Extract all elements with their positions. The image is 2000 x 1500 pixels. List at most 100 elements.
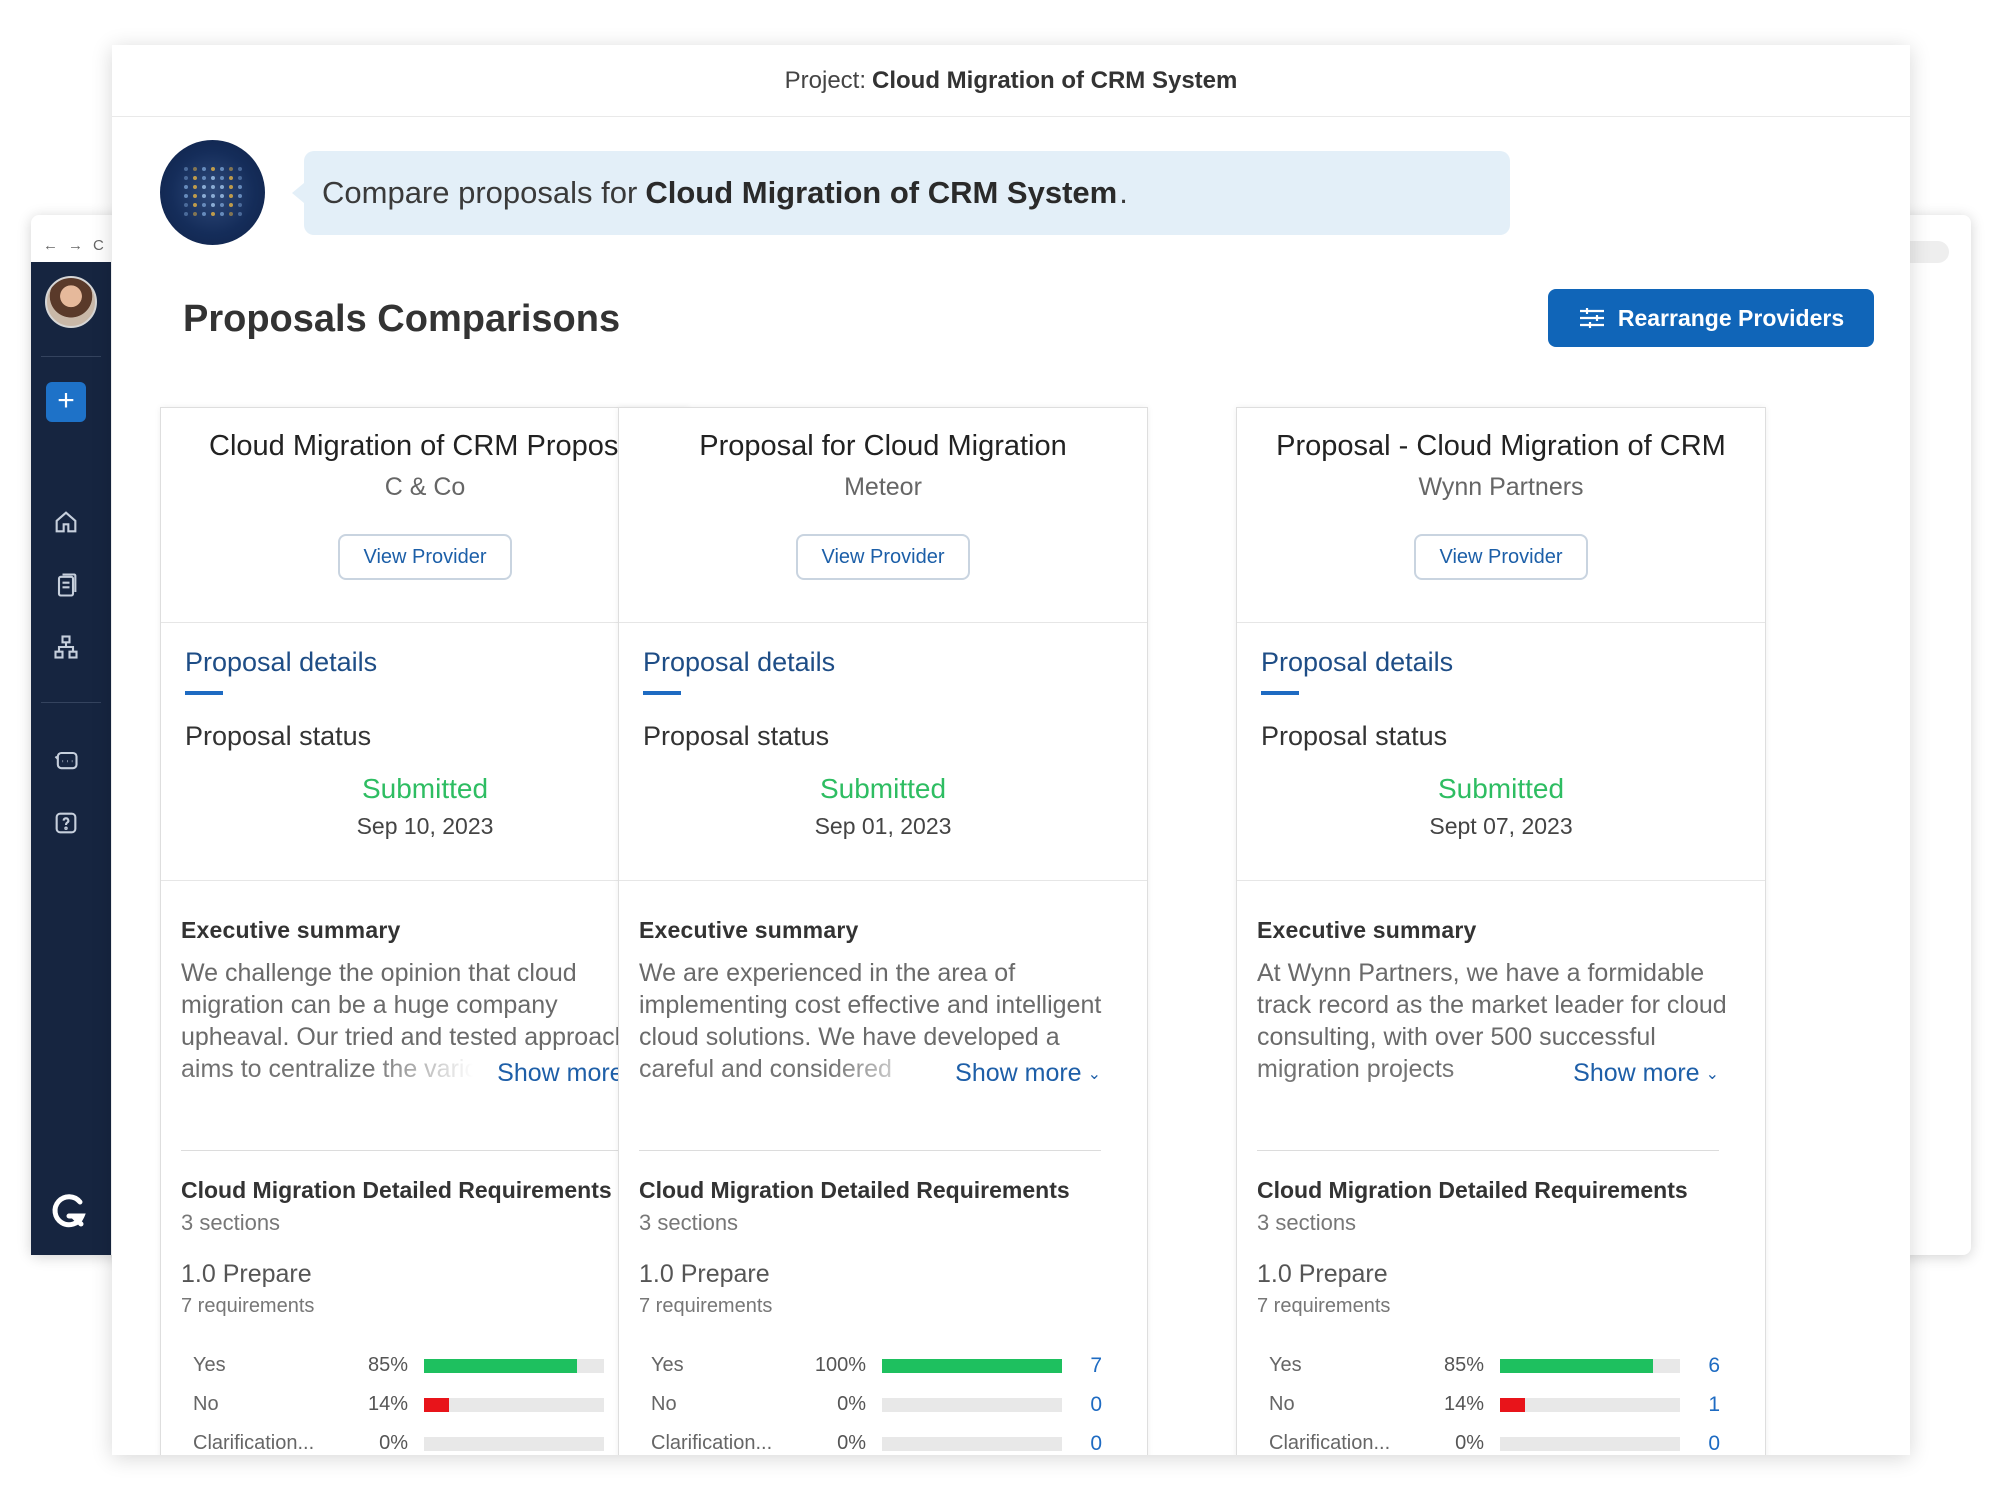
requirement-bar-row: No 14% 1 xyxy=(1257,1385,1745,1424)
requirement-bars: Yes85%6No14%1Clarification...0%0 xyxy=(181,1346,669,1455)
requirements-sections: 3 sections xyxy=(639,1210,739,1235)
chevron-down-icon: ⌄ xyxy=(1087,1066,1101,1084)
requirement-bar-row: Clarification... 0% 0 xyxy=(639,1424,1127,1455)
bar-count-link[interactable]: 1 xyxy=(1680,1393,1720,1417)
view-provider-button[interactable]: View Provider xyxy=(338,534,512,580)
avatar-dot xyxy=(238,194,242,198)
bar-percent: 85% xyxy=(367,1354,408,1376)
progress-bar-track xyxy=(882,1436,1062,1451)
reload-icon[interactable]: C xyxy=(93,237,104,254)
bar-count-link[interactable]: 0 xyxy=(1680,1432,1720,1456)
avatar-dot xyxy=(193,176,197,180)
avatar-dot xyxy=(229,203,233,207)
avatar-dot xyxy=(184,194,188,198)
avatar-dot xyxy=(184,167,188,171)
status-date: Sep 01, 2023 xyxy=(814,813,952,839)
requirement-group-title: 1.0 Prepare xyxy=(639,1260,770,1288)
proposal-card-2: Proposal for Cloud Migration Meteor View… xyxy=(618,407,1148,1455)
bar-label: Clarification... xyxy=(651,1432,773,1454)
avatar[interactable] xyxy=(45,276,97,328)
progress-bar-track xyxy=(882,1358,1062,1373)
avatar-dot xyxy=(193,194,197,198)
tab-proposal-details[interactable]: Proposal details xyxy=(1261,647,1453,678)
forward-arrow-icon[interactable]: → xyxy=(68,237,83,254)
avatar-dot xyxy=(193,185,197,189)
avatar-dot xyxy=(184,203,188,207)
avatar-dot xyxy=(211,203,215,207)
avatar-dot xyxy=(229,212,233,216)
avatar-dot xyxy=(202,212,206,216)
sidebar-item-home[interactable] xyxy=(46,502,86,542)
progress-bar-fill xyxy=(882,1358,1062,1373)
avatar-dot xyxy=(229,194,233,198)
bar-count-link[interactable]: 6 xyxy=(1680,1354,1720,1378)
requirement-group-count: 7 requirements xyxy=(639,1295,773,1317)
show-more-label: Show more xyxy=(955,1059,1082,1087)
bar-percent: 85% xyxy=(1443,1354,1484,1376)
avatar-dot xyxy=(220,176,224,180)
show-more-label: Show more xyxy=(497,1059,624,1087)
assistant-message: Compare proposals for Cloud Migration of… xyxy=(292,151,1510,235)
bar-count-link[interactable]: 7 xyxy=(1062,1354,1102,1378)
bar-percent: 100% xyxy=(814,1354,866,1376)
sliders-icon xyxy=(1579,308,1604,328)
project-prefix: Project: xyxy=(784,66,867,94)
avatar-dot xyxy=(193,203,197,207)
page-title: Proposals Comparisons xyxy=(183,298,621,340)
sidebar-item-help[interactable] xyxy=(46,803,86,843)
avatar-dot xyxy=(211,185,215,189)
status-date: Sept 07, 2023 xyxy=(1429,813,1573,839)
status-heading: Proposal status xyxy=(643,721,830,751)
tab-proposal-details[interactable]: Proposal details xyxy=(643,647,835,678)
sidebar-item-organization[interactable] xyxy=(46,627,86,667)
assistant-message-end: . xyxy=(1119,175,1128,210)
org-chart-icon xyxy=(54,635,78,659)
avatar-dot xyxy=(229,167,233,171)
progress-bar-fill xyxy=(424,1397,450,1412)
sidebar: + xyxy=(31,262,111,1255)
rearrange-providers-label: Rearrange Providers xyxy=(1617,304,1845,331)
requirements-sections: 3 sections xyxy=(181,1210,281,1235)
view-provider-button[interactable]: View Provider xyxy=(796,534,970,580)
avatar-dot xyxy=(238,176,242,180)
text-fade xyxy=(829,1053,949,1089)
bar-label: Clarification... xyxy=(193,1432,315,1454)
executive-summary-heading: Executive summary xyxy=(181,917,401,943)
bar-count-link[interactable]: 0 xyxy=(1062,1393,1102,1417)
view-provider-button[interactable]: View Provider xyxy=(1414,534,1588,580)
requirement-group-title: 1.0 Prepare xyxy=(181,1260,312,1288)
executive-summary-heading: Executive summary xyxy=(1257,917,1477,943)
avatar-dot xyxy=(238,203,242,207)
proposal-title: Proposal for Cloud Migration xyxy=(699,430,1067,462)
executive-summary-heading: Executive summary xyxy=(639,917,859,943)
requirement-bars: Yes85%6No14%1Clarification...0%0 xyxy=(1257,1346,1745,1455)
progress-bar-track xyxy=(424,1358,604,1373)
proposal-title: Cloud Migration of CRM Proposal xyxy=(209,430,641,462)
bar-count-link[interactable]: 0 xyxy=(1062,1432,1102,1456)
assistant-avatar-icon xyxy=(160,140,265,245)
tab-underline xyxy=(643,691,681,695)
status-badge: Submitted xyxy=(819,773,947,804)
tab-proposal-details[interactable]: Proposal details xyxy=(185,647,377,678)
bar-label: Yes xyxy=(651,1354,684,1376)
card-header: Proposal - Cloud Migration of CRM Wynn P… xyxy=(1237,408,1765,623)
provider-name: C & Co xyxy=(384,473,466,501)
avatar-dot xyxy=(220,203,224,207)
bar-label: No xyxy=(651,1393,677,1415)
progress-bar-track xyxy=(1500,1397,1680,1412)
requirements-section: Cloud Migration Detailed Requirements 3 … xyxy=(1237,1151,1765,1455)
sidebar-item-documents[interactable] xyxy=(46,565,86,605)
avatar-dot xyxy=(220,194,224,198)
show-more-link[interactable]: Show more ⌄ xyxy=(951,1059,1101,1088)
requirements-title: Cloud Migration Detailed Requirements xyxy=(1257,1177,1688,1203)
avatar-dot xyxy=(220,167,224,171)
sidebar-item-chat[interactable] xyxy=(46,740,86,780)
executive-summary-section: Executive summary We are experienced in … xyxy=(619,881,1147,1151)
rearrange-providers-button[interactable]: Rearrange Providers xyxy=(1548,289,1874,347)
assistant-message-text: Compare proposals for xyxy=(322,175,638,210)
back-arrow-icon[interactable]: ← xyxy=(43,237,58,254)
home-icon xyxy=(55,511,77,533)
requirement-bars: Yes 100% 7 No 0% 0 Clarification... 0% 0 xyxy=(639,1346,1127,1455)
show-more-link[interactable]: Show more ⌄ xyxy=(1569,1059,1719,1088)
add-button[interactable]: + xyxy=(46,382,86,422)
